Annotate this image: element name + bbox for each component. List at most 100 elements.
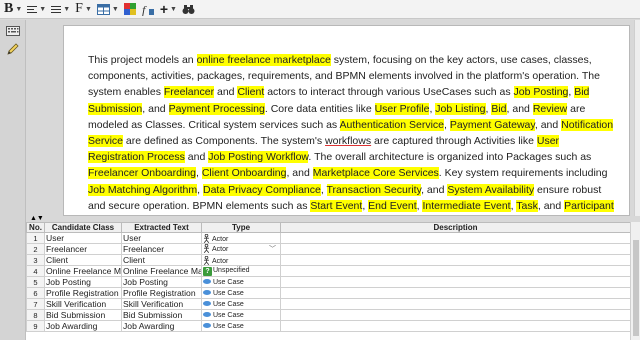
table-scrollbar[interactable] [630,222,640,340]
text-run: , and [537,199,565,212]
type-cell[interactable]: Actor [201,232,281,244]
text-run: This project models an [88,54,197,66]
extracted-text-cell[interactable]: Job Posting [121,276,202,288]
type-cell[interactable]: Use Case [201,276,281,288]
type-label: Actor [212,235,229,243]
document-text[interactable]: This project models an online freelance … [88,52,616,230]
description-cell[interactable] [280,243,631,255]
extracted-text-cell[interactable]: Client [121,254,202,266]
highlighted-term: Payment Gateway [449,118,535,131]
document-scrollbar[interactable] [634,20,640,216]
svg-text:f: f [142,3,147,16]
extracted-text-cell[interactable]: Bid Submission [121,309,202,321]
chevron-down-icon: ▼ [63,5,71,13]
highlighted-term: Marketplace Core Services [312,167,439,180]
candidate-class-cell[interactable]: Online Freelance Ma [44,265,122,277]
table-row[interactable]: 9 Job Awarding Job Awarding Use Case [26,320,631,332]
column-header-description[interactable]: Description [280,222,631,233]
text-run: are defined as Components. The system's [123,135,326,148]
type-label: Unspecified [213,266,250,274]
table-row[interactable]: 2 Freelancer Freelancer Actor ﹀ [26,243,631,255]
text-run: , and [506,102,533,115]
color-button[interactable] [122,1,139,18]
table-icon [96,3,110,15]
type-label: Use Case [213,289,244,297]
type-label: Actor [212,246,229,253]
table-row[interactable]: 7 Skill Verification Skill Verification Use… [26,298,631,310]
candidate-class-cell[interactable]: User [44,232,122,244]
column-header-candidate-class[interactable]: Candidate Class [44,222,122,233]
candidate-table: No. Candidate Class Extracted Text Type … [26,222,631,332]
binoculars-button[interactable] [180,1,198,18]
font-icon: F [75,1,83,16]
align-dropdown[interactable]: ▼ [25,1,49,18]
type-cell[interactable]: Use Case [201,298,281,310]
candidate-class-cell[interactable]: Client [44,254,122,266]
list-dropdown[interactable]: ▼ [49,1,73,18]
extracted-text-cell[interactable]: Profile Registration [121,287,202,299]
candidate-class-cell[interactable]: Bid Submission [44,309,122,321]
table-row[interactable]: 8 Bid Submission Bid Submission Use Case [26,309,631,321]
chevron-down-icon: ▼ [84,5,92,13]
type-cell[interactable]: Use Case [201,287,281,299]
type-cell[interactable]: ? Unspecified [201,265,281,277]
candidate-class-cell[interactable]: Job Posting [44,276,122,288]
type-cell[interactable]: Actor ﹀ [201,243,281,255]
highlighted-term: Freelancer [163,86,215,99]
table-row[interactable]: 6 Profile Registration Profile Registratio… [26,287,631,299]
description-cell[interactable] [280,298,631,310]
table-dropdown[interactable]: ▼ [95,1,122,18]
column-header-type[interactable]: Type [201,222,281,233]
description-cell[interactable] [280,265,631,277]
highlighted-term: online freelance marketplace [196,54,331,66]
candidate-class-cell[interactable]: Job Awarding [44,320,122,332]
table-row[interactable]: 1 User User Actor [26,232,631,244]
pen-icon[interactable] [6,42,20,56]
description-cell[interactable] [280,287,631,299]
description-cell[interactable] [280,254,631,266]
candidate-class-cell[interactable]: Profile Registration [44,287,122,299]
type-cell[interactable]: Use Case [201,320,281,332]
highlighted-term: System Availability [447,183,535,196]
text-run: , and [286,167,313,180]
highlighted-term: Data Privacy Compliance [202,183,321,196]
description-cell[interactable] [280,309,631,321]
type-cell[interactable]: Actor [201,254,281,266]
extracted-text-cell[interactable]: Skill Verification [121,298,202,310]
left-tool-strip [0,20,26,340]
text-run: , [195,167,202,180]
column-header-no[interactable]: No. [26,222,45,233]
text-run: , and [534,118,562,131]
table-header-row: No. Candidate Class Extracted Text Type … [26,222,631,233]
extracted-text-cell[interactable]: Job Awarding [121,320,202,332]
collapse-arrows-icon[interactable]: ▲▼ [30,215,44,222]
add-dropdown[interactable]: + ▼ [158,1,180,18]
font-dropdown[interactable]: F ▼ [73,1,95,18]
description-cell[interactable] [280,276,631,288]
table-row[interactable]: 4 Online Freelance Ma Online Freelance Mar… [26,265,631,277]
candidate-class-cell[interactable]: Freelancer [44,243,122,255]
extracted-text-cell[interactable]: Online Freelance Mark [121,265,202,277]
highlighted-term: Transaction Security [326,183,422,196]
table-scrollbar-thumb[interactable] [633,240,639,336]
type-cell[interactable]: Use Case [201,309,281,321]
chevron-down-icon[interactable]: ﹀ [269,245,276,254]
text-run: . The overall architecture is organized … [308,151,592,164]
bold-dropdown[interactable]: B ▼ [2,1,25,18]
candidate-class-cell[interactable]: Skill Verification [44,298,122,310]
text-run: . Key system requirements including [438,167,608,180]
text-run: , [444,118,450,131]
column-header-extracted-text[interactable]: Extracted Text [121,222,202,233]
keyboard-icon[interactable] [6,24,20,38]
description-cell[interactable] [280,320,631,332]
extracted-text-cell[interactable]: User [121,232,202,244]
use-case-icon [203,322,211,328]
text-run: , and [421,183,448,196]
formula-button[interactable]: f [139,1,158,18]
extracted-text-cell[interactable]: Freelancer [121,243,202,255]
description-cell[interactable] [280,232,631,244]
table-row[interactable]: 5 Job Posting Job Posting Use Case [26,276,631,288]
table-row[interactable]: 3 Client Client Actor [26,254,631,266]
text-run: and [214,86,238,99]
highlighted-term: Job Posting Workflow [208,151,309,164]
